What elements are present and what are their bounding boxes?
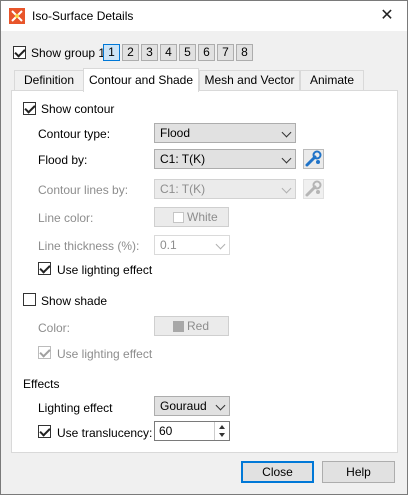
spinner-arrows[interactable] [214, 422, 229, 440]
help-button[interactable]: Help [322, 461, 395, 483]
app-icon [9, 8, 25, 24]
effects-heading: Effects [23, 377, 60, 391]
group-button-7[interactable]: 7 [217, 44, 234, 61]
wrench-gear-icon [305, 180, 322, 197]
line-thickness-combo[interactable]: 0.1 [154, 235, 230, 255]
contour-lines-by-label: Contour lines by: [38, 183, 129, 197]
show-shade-label: Show shade [41, 294, 108, 308]
group-button-1[interactable]: 1 [103, 44, 120, 61]
line-color-swatch [173, 212, 184, 223]
lighting-effect-label: Lighting effect [38, 401, 113, 415]
group-button-5[interactable]: 5 [179, 44, 196, 61]
line-thickness-label: Line thickness (%): [38, 239, 140, 253]
translucency-checkbox[interactable] [38, 425, 51, 438]
contour-type-value: Flood [160, 126, 191, 140]
shade-color-button[interactable]: Red [154, 316, 229, 336]
contour-type-dropdown[interactable]: Flood [154, 123, 296, 143]
show-contour-checkbox[interactable] [23, 102, 36, 115]
chevron-down-icon [215, 400, 226, 411]
spin-up-icon[interactable] [219, 425, 225, 429]
chevron-down-icon [215, 239, 226, 250]
contour-lines-by-value: C1: T(K) [160, 182, 206, 196]
group-button-3[interactable]: 3 [141, 44, 158, 61]
line-color-button[interactable]: White [154, 207, 229, 227]
window-title: Iso-Surface Details [32, 9, 134, 23]
flood-by-label: Flood by: [38, 153, 88, 167]
contour-lighting-checkbox[interactable] [38, 262, 51, 275]
group-button-6[interactable]: 6 [198, 44, 215, 61]
shade-lighting-checkbox[interactable] [38, 346, 51, 359]
contour-type-label: Contour type: [38, 127, 111, 141]
shade-color-label: Color: [38, 321, 71, 335]
flood-by-dropdown[interactable]: C1: T(K) [154, 149, 296, 169]
close-window-icon[interactable]: ✕ [367, 1, 407, 31]
tab-contour-and-shade[interactable]: Contour and Shade [83, 68, 199, 92]
line-color-label: Line color: [38, 211, 94, 225]
contour-lighting-label: Use lighting effect [57, 263, 153, 277]
show-group-label: Show group 1 [31, 46, 106, 60]
translucency-spinner[interactable]: 60 [154, 421, 230, 441]
contour-lines-by-dropdown[interactable]: C1: T(K) [154, 179, 296, 199]
tab-definition[interactable]: Definition [14, 70, 84, 90]
group-button-4[interactable]: 4 [160, 44, 177, 61]
show-shade-checkbox[interactable] [23, 293, 36, 306]
line-thickness-value: 0.1 [160, 238, 177, 252]
shade-color-swatch [173, 321, 184, 332]
shade-color-value: Red [187, 319, 210, 333]
shade-lighting-label: Use lighting effect [57, 347, 153, 361]
chevron-down-icon [281, 153, 292, 164]
close-button[interactable]: Close [241, 461, 314, 483]
tab-mesh-and-vector[interactable]: Mesh and Vector [199, 70, 300, 90]
show-group-checkbox[interactable] [13, 46, 26, 59]
translucency-label: Use translucency: [57, 426, 153, 440]
group-button-2[interactable]: 2 [122, 44, 139, 61]
spin-down-icon[interactable] [219, 433, 225, 437]
lighting-effect-value: Gouraud [160, 399, 207, 413]
tab-animate[interactable]: Animate [300, 70, 364, 90]
line-color-value: White [187, 210, 218, 224]
lighting-effect-dropdown[interactable]: Gouraud [154, 396, 230, 416]
title-bar: Iso-Surface Details ✕ [1, 1, 407, 31]
wrench-gear-icon [305, 150, 322, 167]
translucency-value: 60 [159, 424, 173, 438]
flood-variable-tool-button[interactable] [303, 149, 324, 169]
group-button-8[interactable]: 8 [236, 44, 253, 61]
chevron-down-icon [281, 127, 292, 138]
contour-lines-tool-button[interactable] [303, 179, 324, 199]
show-contour-label: Show contour [41, 102, 115, 116]
iso-surface-details-dialog: Iso-Surface Details ✕ Show group 1 1 2 3… [0, 0, 408, 495]
chevron-down-icon [281, 183, 292, 194]
flood-by-value: C1: T(K) [160, 152, 206, 166]
